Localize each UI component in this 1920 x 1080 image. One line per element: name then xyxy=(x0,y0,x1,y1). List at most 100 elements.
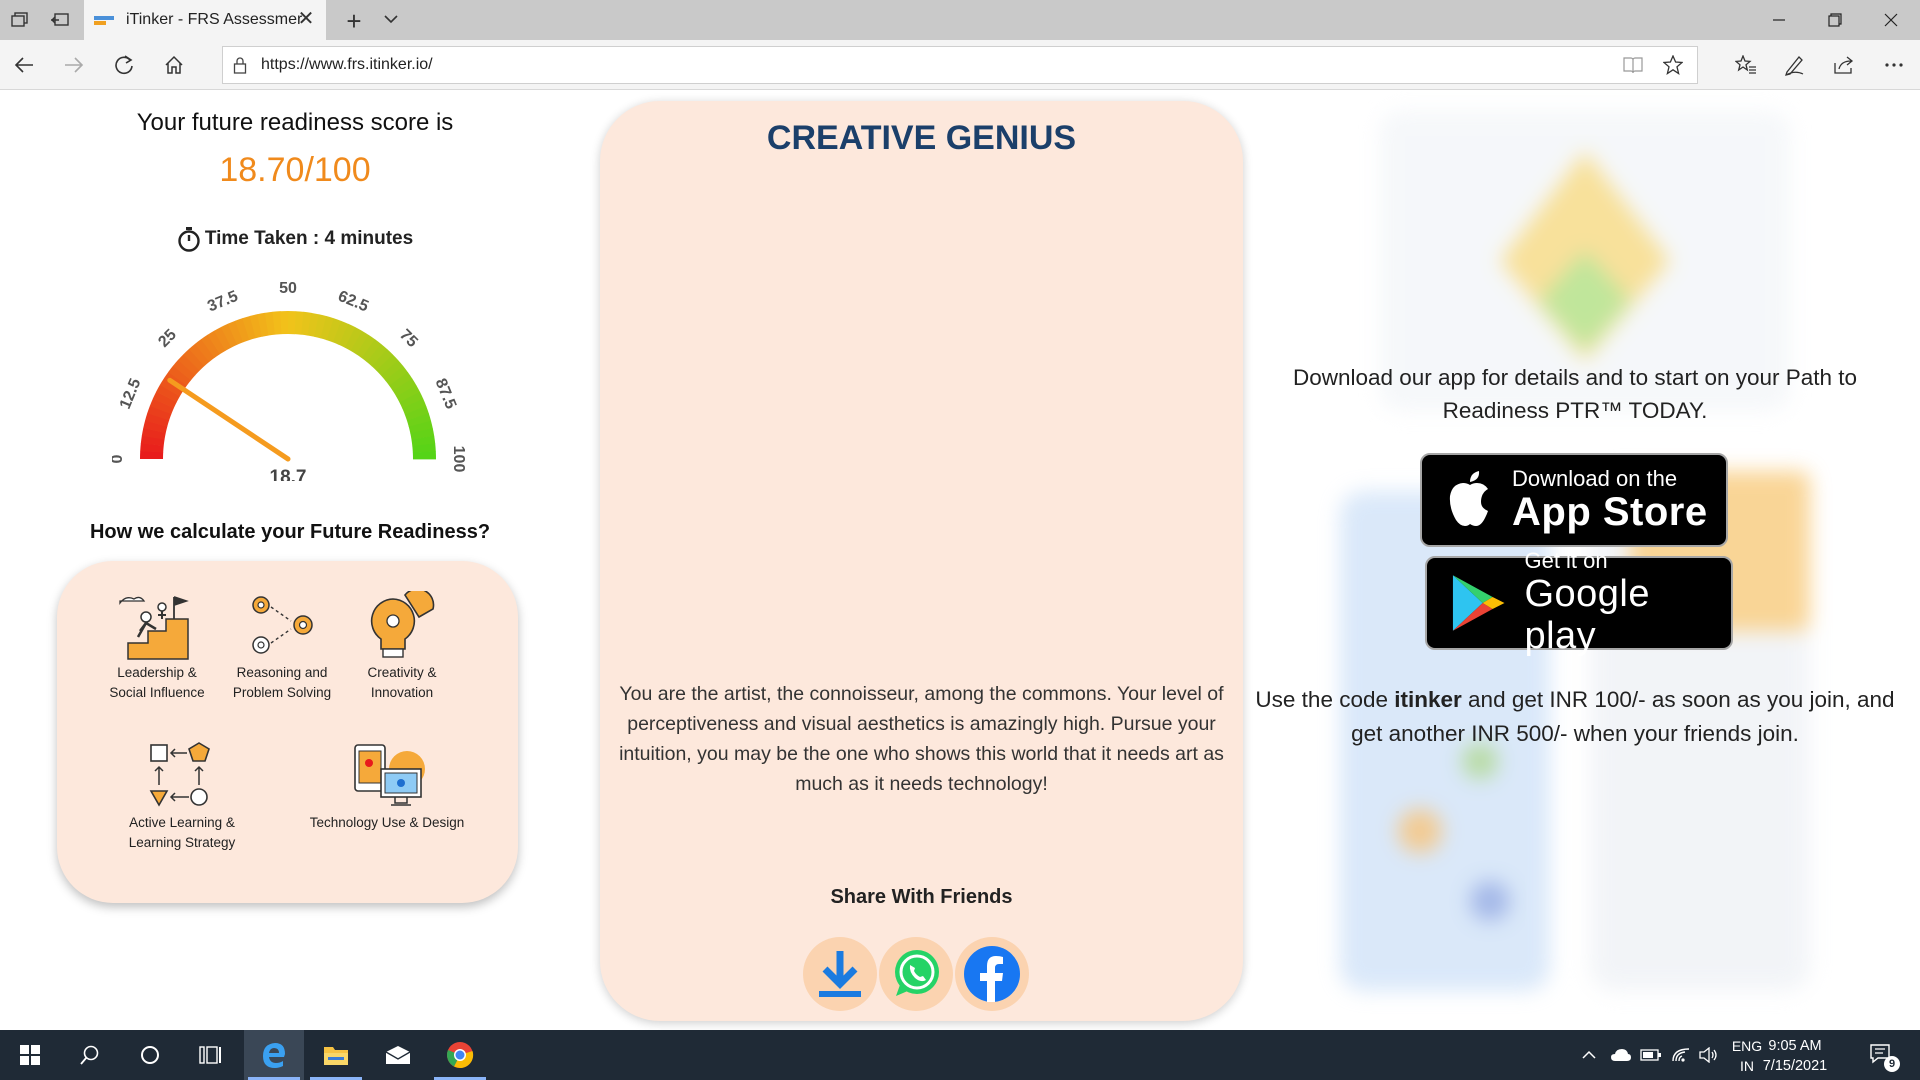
code-prefix: Use the code xyxy=(1255,687,1395,712)
persona-description: You are the artist, the connoisseur, amo… xyxy=(619,683,1224,795)
google-play-small-text: Get it on xyxy=(1524,548,1608,573)
facebook-icon xyxy=(964,946,1020,1002)
gauge-arc-segment xyxy=(280,311,289,335)
forward-arrow-icon[interactable] xyxy=(58,49,90,81)
itinker-favicon-icon xyxy=(94,13,114,27)
persona-title: CREATIVE GENIUS xyxy=(766,119,1077,157)
minimize-icon[interactable] xyxy=(1750,0,1808,40)
download-icon xyxy=(819,951,861,997)
tab-title: iTinker - FRS Assessmer xyxy=(126,11,303,28)
gears-icon xyxy=(252,596,313,654)
back-arrow-icon[interactable] xyxy=(8,49,40,81)
calculation-title: How we calculate your Future Readiness? xyxy=(89,521,491,543)
share-title: Share With Friends xyxy=(830,886,1013,908)
app-store-big-text: App Store xyxy=(1512,490,1708,534)
restore-icon[interactable] xyxy=(1806,0,1864,40)
calculation-card: Leadership & Social Influence Reasoning … xyxy=(57,561,518,903)
score-title: Your future readiness score is xyxy=(136,109,454,136)
wifi-icon[interactable] xyxy=(1668,1030,1694,1080)
google-play-badge[interactable]: Get it on Google play xyxy=(1425,549,1733,657)
address-toolbar: https://www.frs.itinker.io/ xyxy=(0,40,1920,90)
technology-devices-icon xyxy=(354,744,425,806)
gauge-tick-label: 12.5 xyxy=(117,376,145,411)
task-view-icon[interactable] xyxy=(180,1030,240,1080)
facebook-share-button[interactable] xyxy=(955,937,1029,1011)
google-play-logo-icon xyxy=(1452,575,1505,631)
leadership-icon xyxy=(119,596,189,660)
clock-time: 9:05 AM xyxy=(1768,1038,1822,1054)
start-windows-icon[interactable] xyxy=(0,1030,60,1080)
download-app-text: Download our app for details and to star… xyxy=(1292,365,1858,423)
referral-code: itinker xyxy=(1394,687,1462,712)
edge-browser-icon[interactable] xyxy=(244,1030,304,1080)
tab-preview-chevron-icon[interactable] xyxy=(380,8,406,32)
persona-card: CREATIVE GENIUS You are the artist, the … xyxy=(600,101,1243,1021)
time-taken: Time Taken : 4 minutes xyxy=(80,226,510,252)
gauge-tick-label: 100 xyxy=(450,446,467,473)
gauge-value-label: 18.7 xyxy=(270,467,307,481)
clock[interactable]: 9:05 AM 7/15/2021 xyxy=(1750,1036,1840,1076)
address-bar[interactable]: https://www.frs.itinker.io/ xyxy=(222,46,1698,84)
factor-reasoning: Reasoning and Problem Solving xyxy=(227,591,337,703)
lock-icon[interactable] xyxy=(223,47,257,83)
factor-creativity: Creativity & Innovation xyxy=(347,591,457,703)
show-hidden-icons-chevron-icon[interactable] xyxy=(1578,1030,1600,1080)
readiness-gauge: 0 12.5 25 37.5 50 62.5 75 87.5 100 18.7 xyxy=(112,280,467,481)
score-value: 18.70/100 xyxy=(219,151,371,189)
battery-icon[interactable] xyxy=(1638,1030,1664,1080)
pen-notes-icon[interactable] xyxy=(1778,49,1810,81)
set-tabs-aside-icon[interactable] xyxy=(46,8,74,32)
gauge-tick-label: 25 xyxy=(155,326,180,351)
share-icon[interactable] xyxy=(1828,49,1860,81)
close-tab-icon[interactable]: ✕ xyxy=(294,8,318,32)
apple-logo-icon xyxy=(1449,471,1488,526)
time-taken-text: Time Taken : 4 minutes xyxy=(204,228,414,249)
whatsapp-share-button[interactable] xyxy=(879,937,953,1011)
gauge-needle xyxy=(167,377,291,462)
factor-creativity-label: Creativity & Innovation xyxy=(367,665,437,700)
factor-reasoning-label: Reasoning and Problem Solving xyxy=(232,665,332,700)
notification-count-badge: 9 xyxy=(1884,1056,1900,1072)
reading-view-icon[interactable] xyxy=(1621,53,1645,77)
factor-active-learning-label: Active Learning & Learning Strategy xyxy=(128,815,236,850)
close-window-icon[interactable] xyxy=(1862,0,1920,40)
more-options-icon[interactable] xyxy=(1878,49,1910,81)
volume-icon[interactable] xyxy=(1696,1030,1722,1080)
home-icon[interactable] xyxy=(158,49,190,81)
mail-icon[interactable] xyxy=(368,1030,428,1080)
clock-date: 7/15/2021 xyxy=(1762,1058,1828,1074)
factor-leadership-label: Leadership & Social Influence xyxy=(109,665,205,700)
chrome-icon[interactable] xyxy=(430,1030,490,1080)
referral-code-text: Use the code itinker and get INR 100/- a… xyxy=(1255,683,1895,751)
factor-technology-label: Technology Use & Design xyxy=(309,815,465,830)
learning-flow-icon xyxy=(149,742,210,807)
factor-technology: Technology Use & Design xyxy=(297,741,477,833)
new-tab-icon[interactable]: + xyxy=(340,6,368,37)
file-explorer-icon[interactable] xyxy=(306,1030,366,1080)
cortana-circle-icon[interactable] xyxy=(120,1030,180,1080)
factor-active-learning: Active Learning & Learning Strategy xyxy=(107,741,257,853)
gauge-tick-label: 0 xyxy=(112,454,126,463)
google-play-big-text: Google play xyxy=(1524,573,1651,657)
factor-leadership: Leadership & Social Influence xyxy=(97,591,217,703)
tab-itinker[interactable]: iTinker - FRS Assessmer ✕ xyxy=(84,0,326,40)
download-button[interactable] xyxy=(803,937,877,1011)
favorites-hub-icon[interactable] xyxy=(1730,49,1762,81)
web-page: Your future readiness score is 18.70/100… xyxy=(0,91,1920,1030)
onedrive-cloud-icon[interactable] xyxy=(1608,1030,1634,1080)
creativity-bulb-icon xyxy=(370,591,435,658)
app-store-badge[interactable]: Download on the App Store xyxy=(1420,453,1728,547)
gauge-arcs xyxy=(140,311,436,460)
favorite-star-icon[interactable] xyxy=(1661,53,1685,77)
stopwatch-icon xyxy=(178,227,200,252)
whatsapp-icon xyxy=(895,950,939,996)
windows-taskbar: ENG IN 9:05 AM 7/15/2021 9 xyxy=(0,1030,1920,1080)
url-text[interactable]: https://www.frs.itinker.io/ xyxy=(257,56,433,74)
gauge-tick-label: 50 xyxy=(279,280,297,297)
refresh-icon[interactable] xyxy=(108,49,140,81)
action-center-button[interactable]: 9 xyxy=(1862,1030,1902,1080)
gauge-arc-segment xyxy=(412,451,436,460)
search-icon[interactable] xyxy=(60,1030,120,1080)
tab-actions-icon[interactable] xyxy=(6,8,34,32)
gauge-tick-label: 37.5 xyxy=(205,288,240,316)
